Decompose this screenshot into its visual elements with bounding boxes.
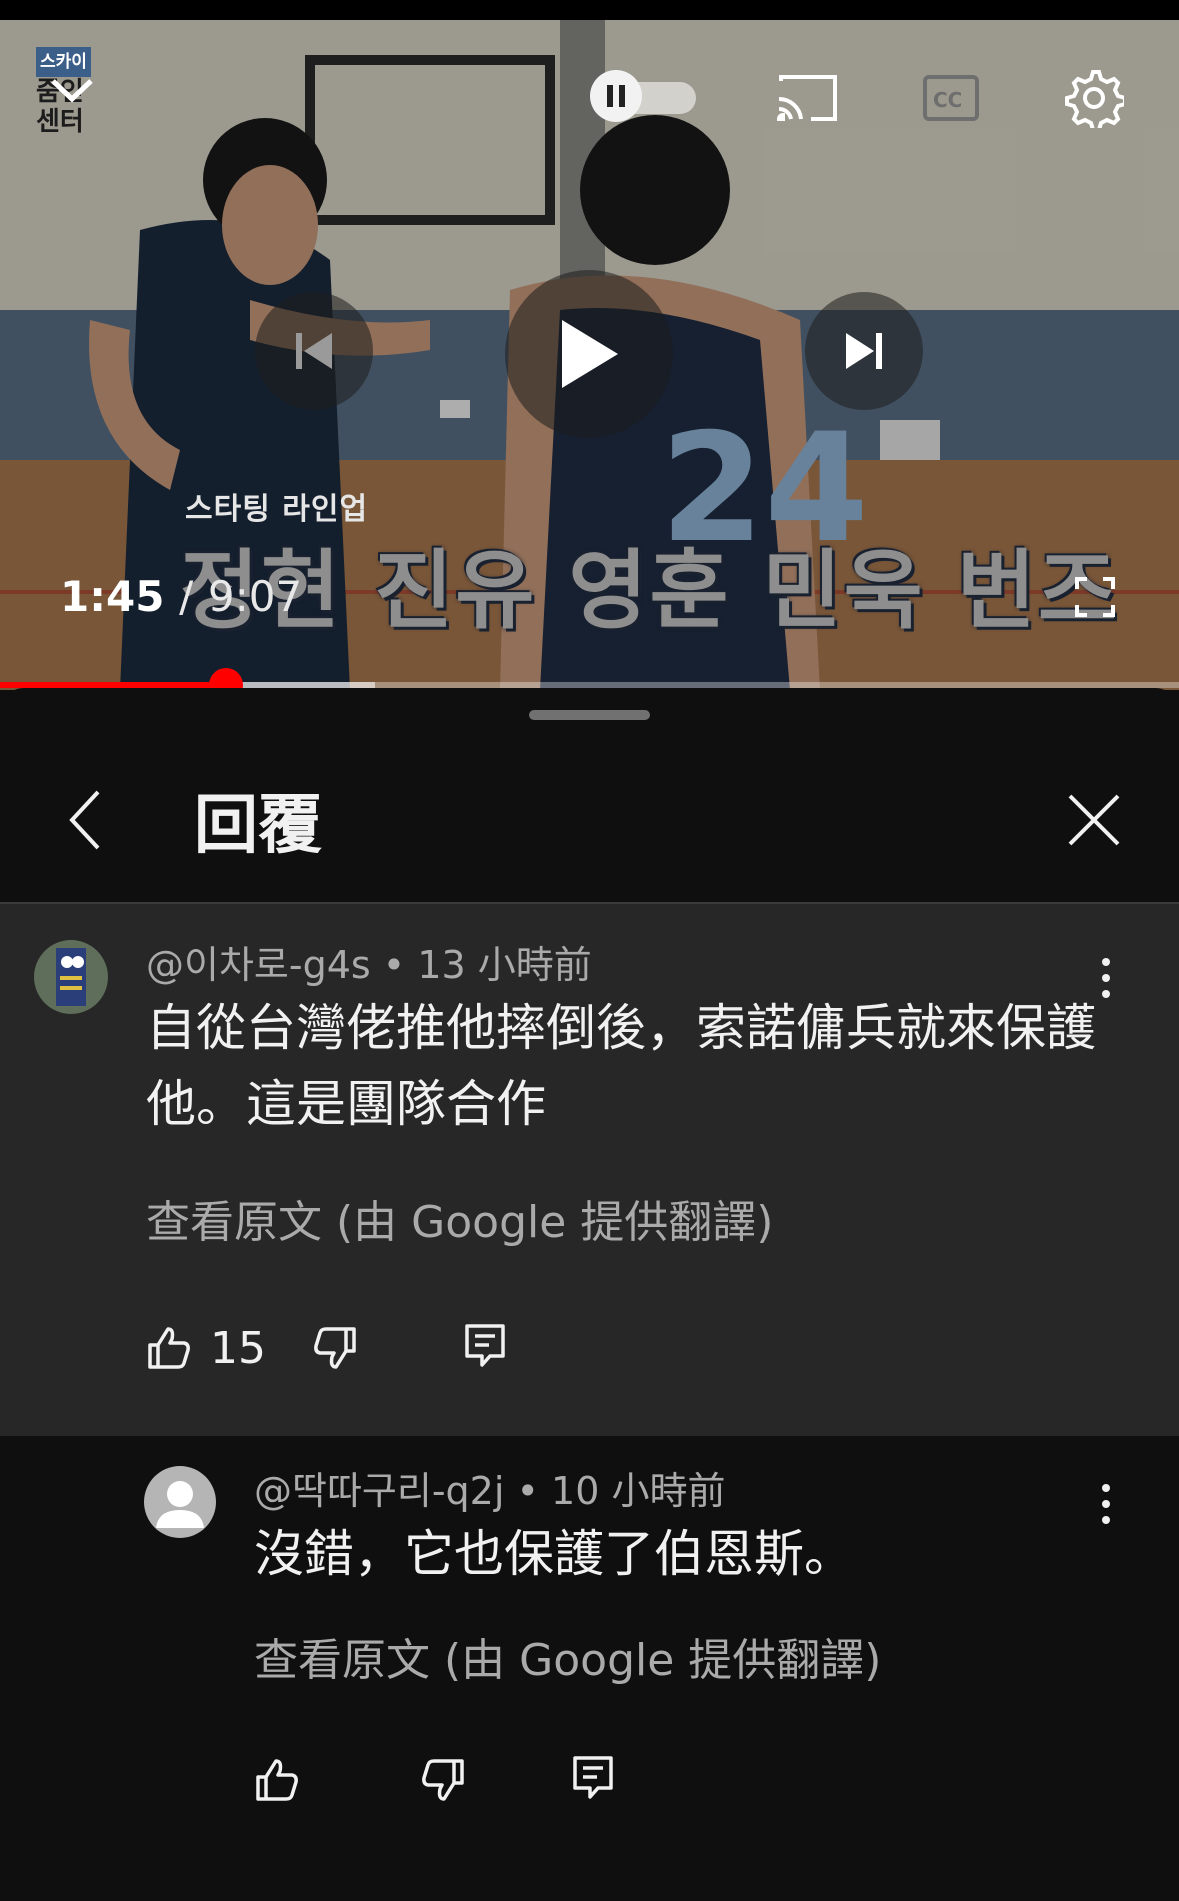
play-icon bbox=[562, 320, 618, 388]
reply-comment: @딱따구리-q2j • 10 小時前 沒錯，它也保護了伯恩斯。 查看原文 (由 … bbox=[0, 1436, 1179, 1901]
comment-time: 10 小時前 bbox=[551, 1469, 726, 1513]
sheet-drag-handle[interactable] bbox=[529, 710, 650, 720]
replies-sheet: 回覆 @이차로-g4s • 13 小時前 自從台灣佬推他摔倒後，索諾傭兵就來保護… bbox=[0, 688, 1179, 1901]
captions-button[interactable]: CC bbox=[922, 72, 980, 124]
chevron-down-icon bbox=[51, 79, 93, 103]
reply-icon bbox=[573, 1756, 613, 1799]
gear-icon bbox=[1065, 70, 1124, 128]
comment-text: 沒錯，它也保護了伯恩斯。 bbox=[254, 1525, 854, 1583]
previous-button[interactable] bbox=[255, 292, 373, 410]
time-separator: / bbox=[179, 572, 194, 621]
back-icon bbox=[69, 790, 100, 850]
autoplay-toggle[interactable] bbox=[590, 70, 700, 122]
avatar[interactable] bbox=[34, 940, 108, 1014]
previous-icon bbox=[296, 333, 332, 369]
svg-text:CC: CC bbox=[933, 88, 962, 112]
duration: 9:07 bbox=[207, 572, 303, 621]
settings-button[interactable] bbox=[1062, 66, 1126, 130]
cast-button[interactable] bbox=[772, 68, 842, 128]
reply-button[interactable] bbox=[572, 1748, 614, 1808]
thumbs-down-icon bbox=[314, 1327, 356, 1369]
fullscreen-icon bbox=[1075, 577, 1115, 617]
parent-comment: @이차로-g4s • 13 小時前 自從台灣佬推他摔倒後，索諾傭兵就來保護他。這… bbox=[0, 904, 1179, 1436]
view-original-link[interactable]: 查看原文 (由 Google 提供翻譯) bbox=[146, 1186, 773, 1250]
dislike-button[interactable] bbox=[312, 1318, 358, 1378]
video-overlay-title: 정현 진유 영훈 민욱 번즈 bbox=[180, 541, 1119, 641]
comment-author[interactable]: @딱따구리-q2j bbox=[254, 1469, 504, 1513]
video-player[interactable]: 24 스카이 줌인 센터 CC 스타팅 라인업 정현 진유 영훈 민욱 번즈 1… bbox=[0, 0, 1179, 690]
view-original-link[interactable]: 查看原文 (由 Google 提供翻譯) bbox=[254, 1624, 881, 1688]
pause-toggle-icon bbox=[590, 70, 642, 122]
time-display: 1:45 / 9:07 bbox=[60, 572, 302, 621]
thumbs-up-icon bbox=[148, 1327, 190, 1369]
thumbs-up-icon bbox=[256, 1759, 298, 1801]
comment-meta: @이차로-g4s • 13 小時前 bbox=[146, 943, 592, 987]
next-icon bbox=[846, 333, 882, 369]
collapse-player-button[interactable] bbox=[44, 62, 100, 118]
close-button[interactable] bbox=[1064, 790, 1124, 850]
back-button[interactable] bbox=[52, 788, 116, 852]
default-avatar-icon bbox=[156, 1481, 204, 1528]
current-time: 1:45 bbox=[60, 572, 165, 621]
sheet-title: 回覆 bbox=[194, 789, 322, 863]
reply-button[interactable] bbox=[464, 1316, 506, 1376]
cc-icon: CC bbox=[923, 75, 979, 121]
like-button[interactable]: 15 bbox=[146, 1318, 266, 1378]
dislike-button[interactable] bbox=[420, 1750, 466, 1810]
cast-icon bbox=[776, 75, 837, 121]
next-button[interactable] bbox=[805, 292, 923, 410]
close-icon bbox=[1068, 794, 1120, 846]
reply-icon bbox=[465, 1324, 505, 1367]
comment-time: 13 小時前 bbox=[417, 943, 592, 987]
fullscreen-button[interactable] bbox=[1070, 572, 1120, 622]
like-button[interactable] bbox=[254, 1750, 318, 1810]
play-button[interactable] bbox=[505, 270, 673, 438]
comment-text: 自從台灣佬推他摔倒後，索諾傭兵就來保護他。這是團隊合作 bbox=[146, 999, 1096, 1133]
comment-meta: @딱따구리-q2j • 10 小時前 bbox=[254, 1469, 726, 1513]
comment-author[interactable]: @이차로-g4s bbox=[146, 943, 371, 987]
thumbs-down-icon bbox=[422, 1759, 464, 1801]
like-count: 15 bbox=[210, 1322, 266, 1374]
avatar[interactable] bbox=[144, 1466, 216, 1538]
